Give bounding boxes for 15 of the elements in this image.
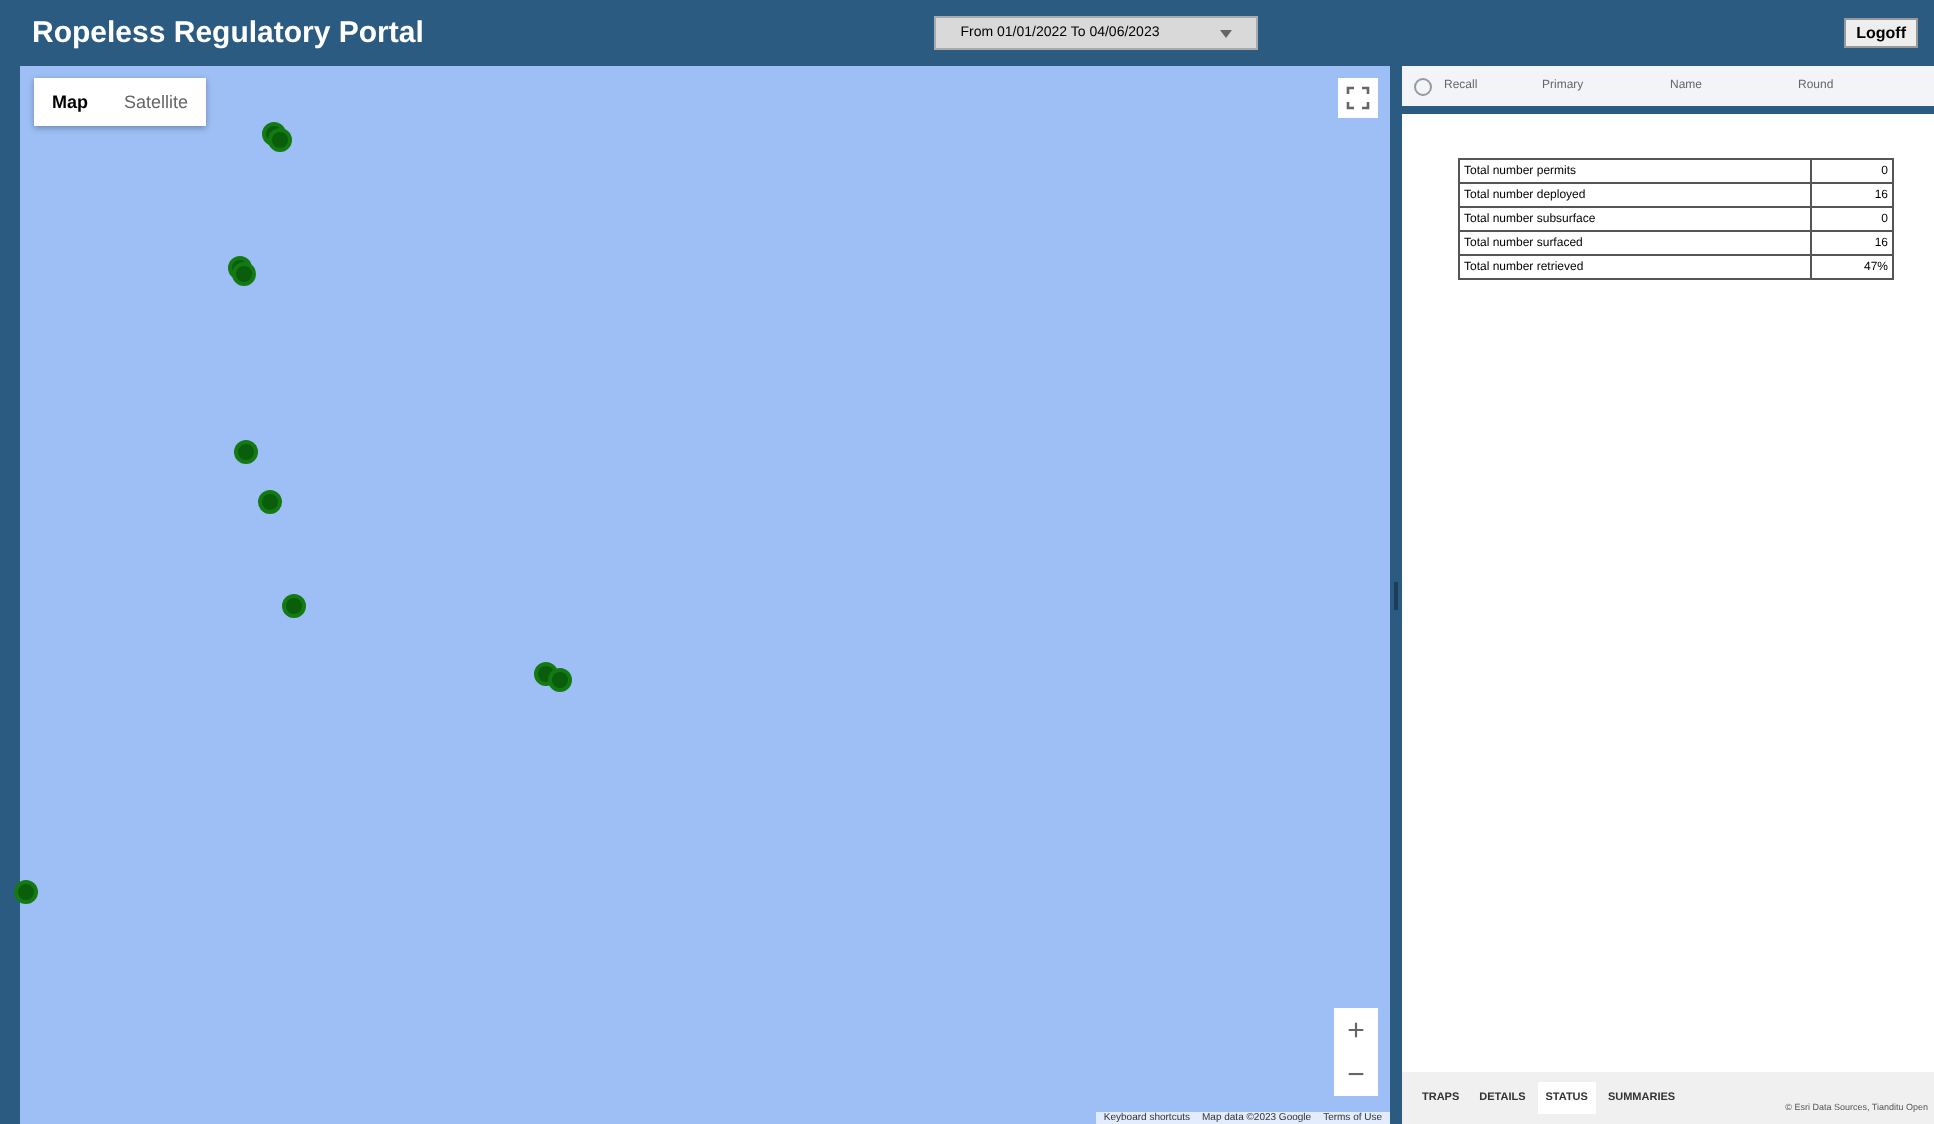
map-type-tab[interactable]: Map — [34, 78, 106, 126]
caret-icon — [1219, 29, 1232, 37]
fullscreen-icon[interactable] — [1338, 78, 1379, 118]
map-marker[interactable] — [547, 667, 572, 692]
splitter-handle[interactable] — [1394, 581, 1398, 609]
map-marker[interactable] — [232, 262, 257, 287]
map-marker[interactable] — [268, 128, 293, 153]
app-title: Ropeless Regulatory Portal — [32, 16, 424, 50]
logoff-button[interactable]: Logoff — [1844, 18, 1918, 48]
map-marker[interactable] — [282, 593, 306, 618]
map-type-tab[interactable]: Satellite — [106, 78, 207, 126]
checkbox[interactable] — [1414, 77, 1432, 95]
map-marker[interactable] — [234, 440, 259, 465]
map-marker[interactable] — [14, 879, 39, 904]
map-marker[interactable] — [257, 489, 282, 514]
